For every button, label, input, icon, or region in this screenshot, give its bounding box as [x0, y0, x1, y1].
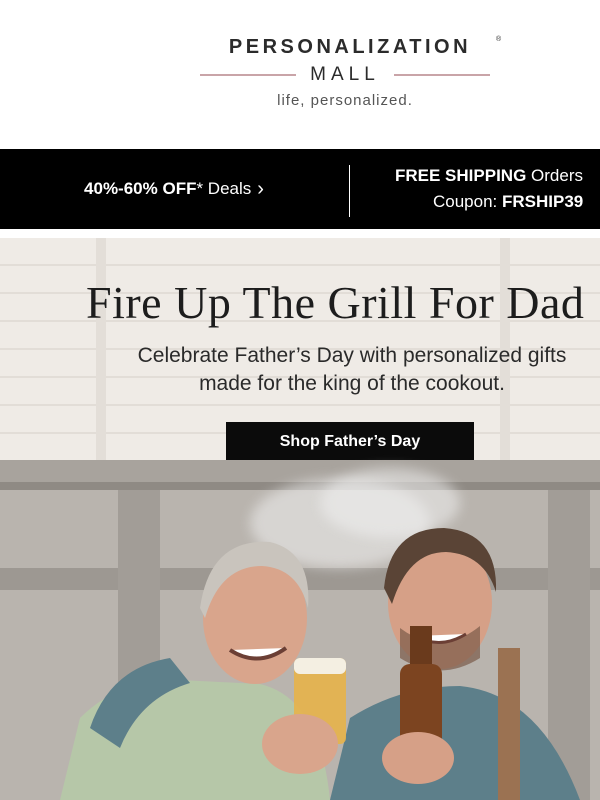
coupon-code: FRSHIP39	[502, 192, 584, 211]
shipping-bold: FREE SHIPPING	[395, 166, 527, 185]
free-shipping-promo[interactable]: FREE SHIPPING Orders Coupon: FRSHIP39	[395, 163, 600, 215]
shipping-rest: Orders	[526, 166, 583, 185]
logo-brand-top: PERSONALIZATION	[228, 36, 472, 58]
brand-logo[interactable]: PERSONALIZATION ® MALL life, personalize…	[190, 32, 510, 122]
logo-registered-mark: ®	[496, 36, 502, 43]
coupon-label: Coupon:	[433, 192, 502, 211]
hero-banner[interactable]: Fire Up The Grill For Dad Celebrate Fath…	[0, 238, 600, 800]
father-and-son-photo	[60, 528, 580, 800]
deals-label: * Deals	[196, 179, 252, 198]
promo-divider	[349, 165, 350, 217]
deals-link[interactable]: 40%-60% OFF * Deals ›	[0, 149, 348, 229]
shop-fathers-day-button[interactable]: Shop Father’s Day	[226, 422, 474, 462]
deals-percent: 40%-60% OFF	[84, 179, 197, 198]
hero-subtitle-line1: Celebrate Father’s Day with personalized…	[137, 344, 567, 367]
promo-bar: 40%-60% OFF * Deals › FREE SHIPPING Order…	[0, 149, 600, 229]
email-header: PERSONALIZATION ® MALL life, personalize…	[0, 0, 600, 150]
logo-tagline: life, personalized.	[277, 92, 413, 109]
hero-subtitle: Celebrate Father’s Day with personalized…	[72, 342, 600, 398]
chevron-right-icon: ›	[257, 178, 264, 200]
logo-line-right	[394, 74, 490, 76]
hero-subtitle-line2: made for the king of the cookout.	[199, 372, 505, 395]
hero-title: Fire Up The Grill For Dad	[86, 277, 585, 328]
